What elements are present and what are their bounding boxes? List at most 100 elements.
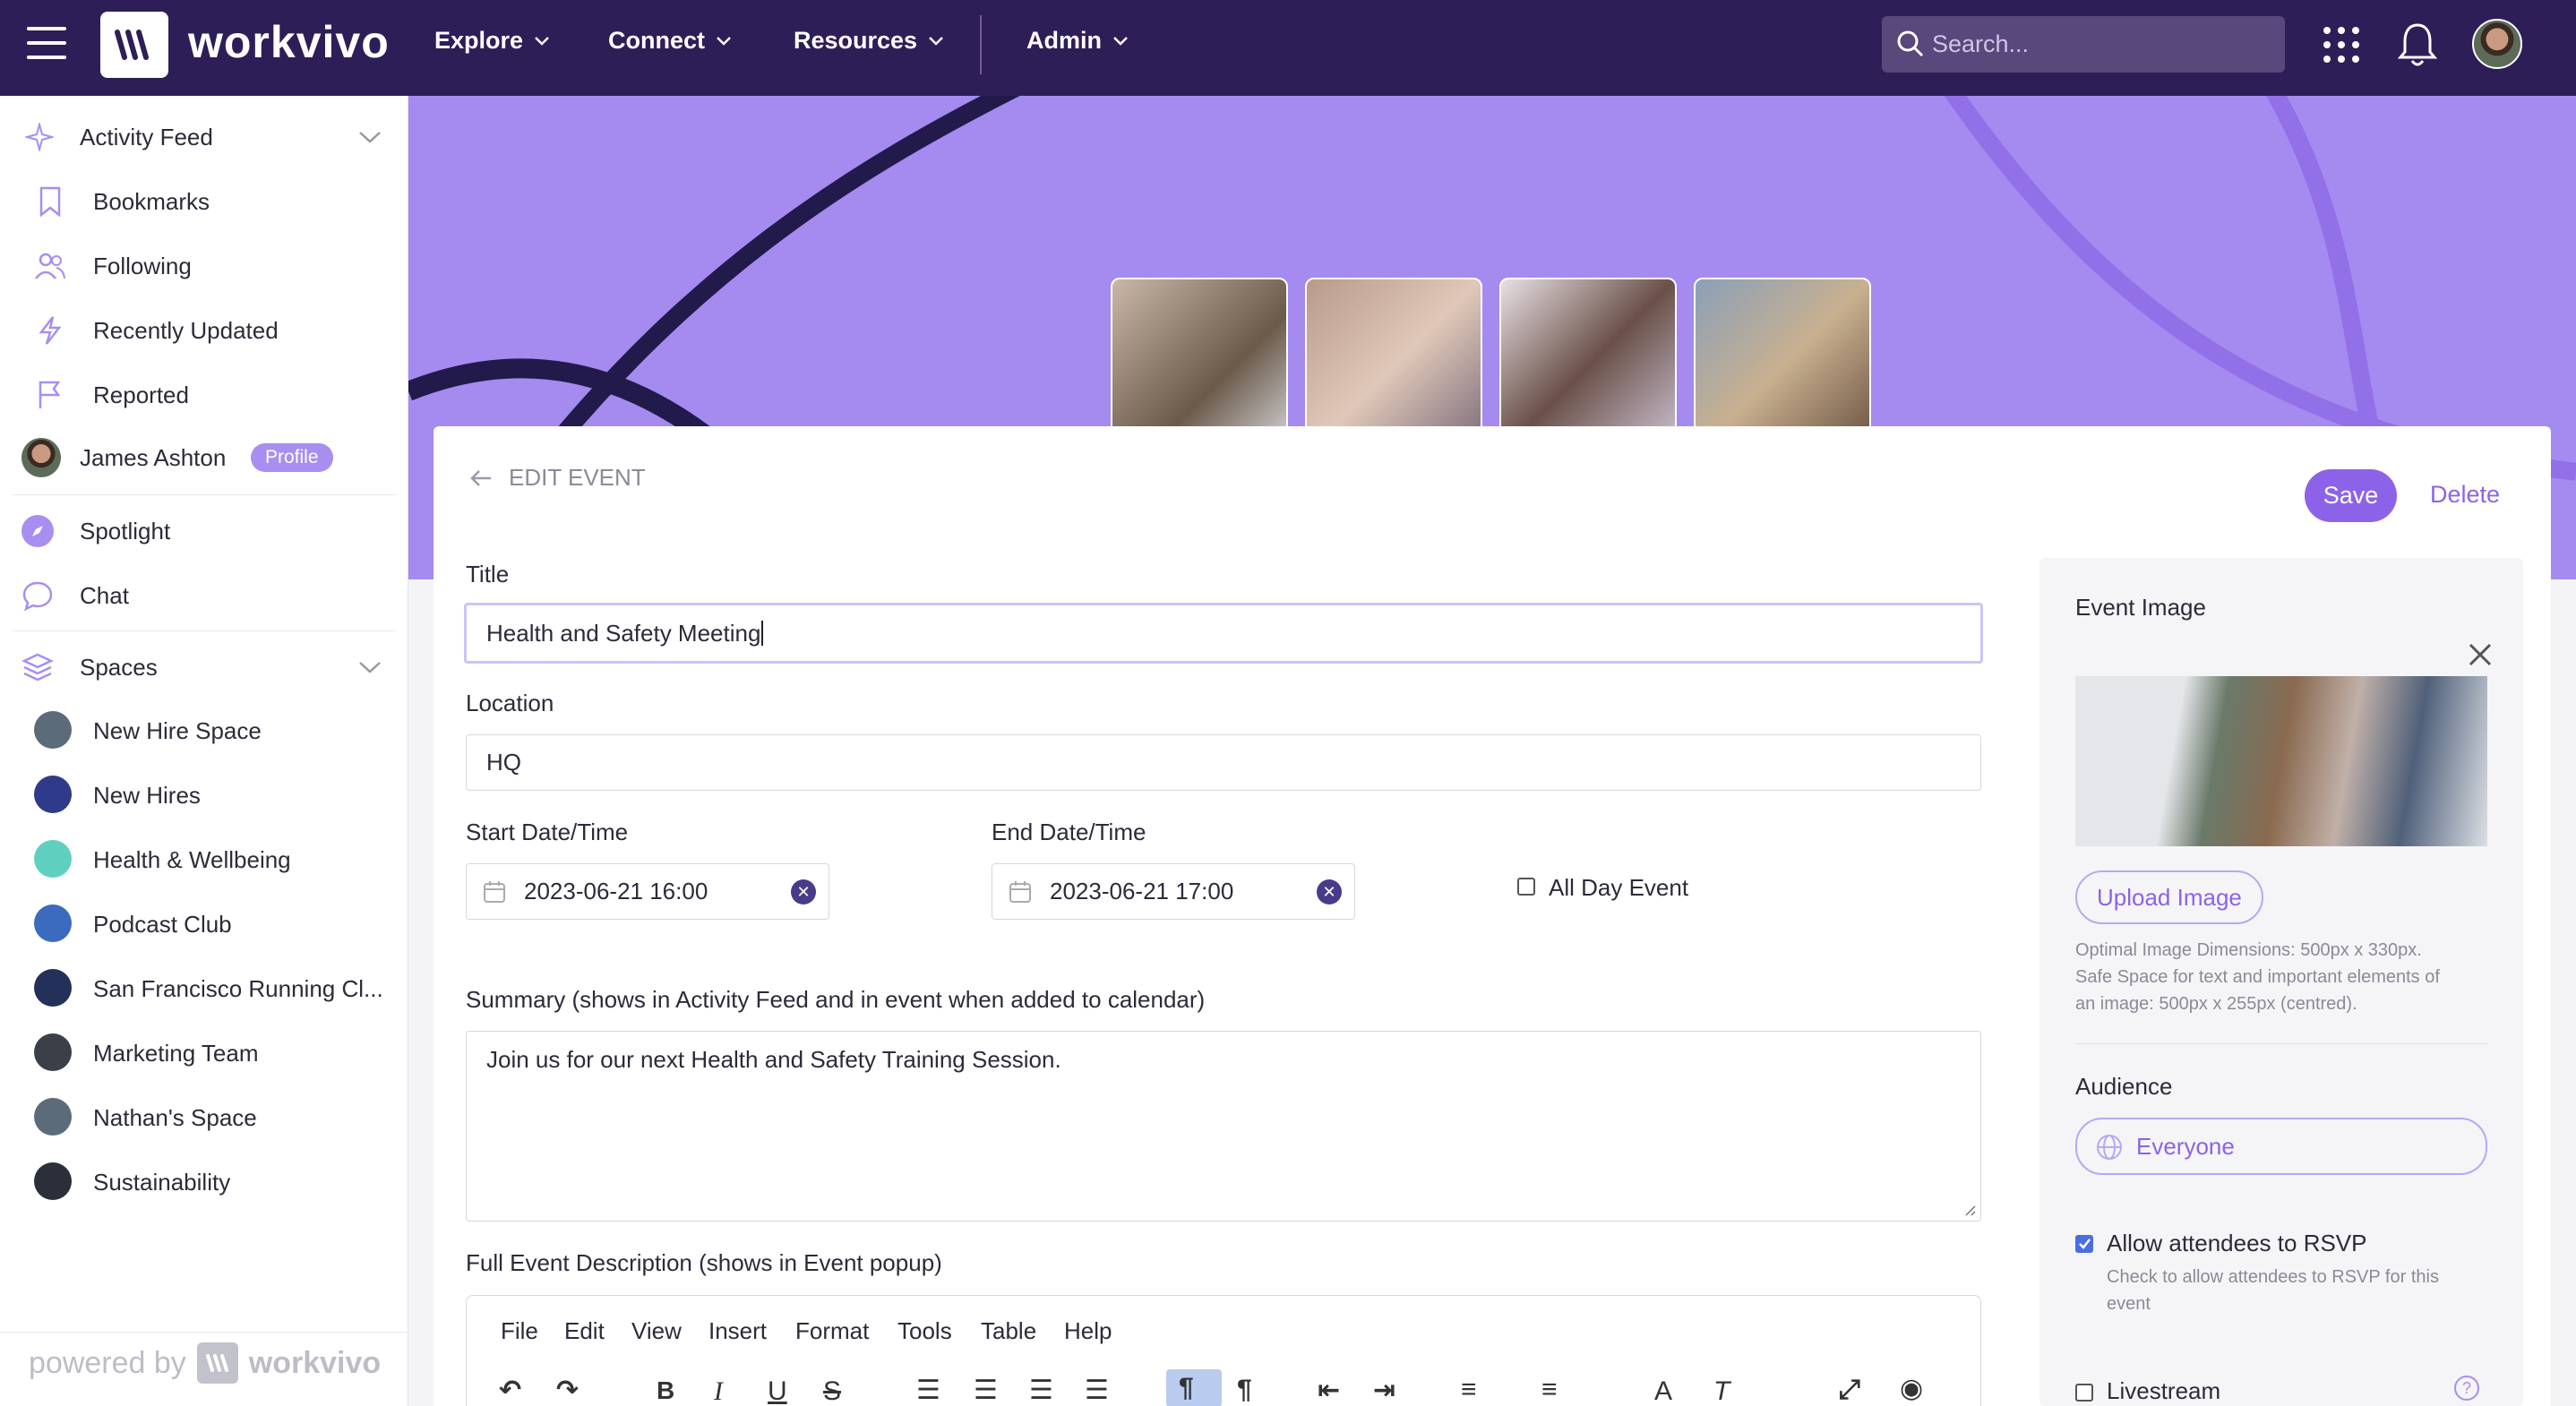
editor-menu-tools[interactable]: Tools xyxy=(897,1317,952,1345)
sidebar-item-spotlight[interactable]: Spotlight xyxy=(0,504,408,558)
audience-select[interactable]: Everyone xyxy=(2075,1118,2487,1175)
rsvp-hint-line: Check to allow attendees to RSVP for thi… xyxy=(2107,1267,2439,1287)
sidebar-space-item[interactable]: Podcast Club xyxy=(0,897,408,951)
ltr-button[interactable]: ¶ xyxy=(1166,1369,1222,1406)
back-link[interactable]: EDIT EVENT xyxy=(469,464,646,492)
nav-connect-label: Connect xyxy=(608,27,705,54)
align-justify-icon[interactable]: ☰ xyxy=(1085,1375,1109,1406)
workvivo-logo[interactable] xyxy=(100,12,168,78)
sidebar-item-reported[interactable]: Reported xyxy=(0,368,408,422)
location-input[interactable]: HQ xyxy=(466,734,1981,791)
sidebar-item-profile[interactable]: James Ashton Profile xyxy=(0,431,408,484)
nav-explore-label: Explore xyxy=(434,27,524,54)
fullscreen-icon[interactable]: ⤢ xyxy=(1839,1375,1860,1405)
title-label: Title xyxy=(466,561,510,587)
sidebar-space-item[interactable]: Health & Wellbeing xyxy=(0,833,408,887)
close-icon[interactable] xyxy=(2468,642,2493,667)
title-input[interactable]: Health and Safety Meeting xyxy=(464,603,1983,664)
text-color-icon[interactable]: A xyxy=(1654,1376,1672,1406)
editor-menu-format[interactable]: Format xyxy=(795,1317,869,1345)
sidebar-item-following[interactable]: Following xyxy=(0,239,408,293)
sidebar-item-chat[interactable]: Chat xyxy=(0,569,408,622)
underline-icon[interactable]: U xyxy=(768,1376,787,1406)
space-avatar xyxy=(34,969,72,1007)
chevron-down-icon[interactable] xyxy=(358,660,382,674)
preview-eye-icon[interactable]: ◉ xyxy=(1900,1373,1923,1404)
undo-icon[interactable]: ↶ xyxy=(499,1375,521,1406)
rich-text-editor[interactable]: File Edit View Insert Format Tools Table… xyxy=(466,1295,1981,1406)
lightning-icon xyxy=(34,314,66,347)
bullet-list-icon[interactable]: ≡ xyxy=(1541,1375,1558,1405)
upload-image-button[interactable]: Upload Image xyxy=(2075,870,2263,924)
search-input[interactable]: Search... xyxy=(1882,16,2285,73)
apps-grid-icon[interactable] xyxy=(2322,25,2361,69)
nav-connect[interactable]: Connect xyxy=(608,27,732,55)
help-icon[interactable]: ? xyxy=(2454,1376,2479,1401)
event-image-label: Event Image xyxy=(2075,594,2206,621)
strikethrough-icon[interactable]: S xyxy=(823,1376,841,1406)
nav-admin[interactable]: Admin xyxy=(1026,27,1129,55)
space-avatar xyxy=(34,904,72,942)
clear-icon[interactable]: ✕ xyxy=(791,879,816,904)
livestream-checkbox[interactable] xyxy=(2075,1384,2093,1402)
sidebar-space-item[interactable]: New Hires xyxy=(0,768,408,822)
rsvp-checkbox[interactable] xyxy=(2075,1235,2093,1253)
sidebar-space-item[interactable]: Sustainability xyxy=(0,1155,408,1209)
redo-icon[interactable]: ↷ xyxy=(556,1375,579,1406)
sidebar-space-item[interactable]: Nathan's Space xyxy=(0,1091,408,1145)
calendar-icon xyxy=(1009,881,1031,903)
sidebar-space-item[interactable]: Marketing Team xyxy=(0,1026,408,1080)
sidebar-item-recently-updated[interactable]: Recently Updated xyxy=(0,304,408,357)
sidebar-item-label: Recently Updated xyxy=(93,316,279,344)
sidebar-space-item[interactable]: San Francisco Running Cl... xyxy=(0,962,408,1016)
outdent-icon[interactable]: ⇤ xyxy=(1318,1375,1340,1406)
all-day-checkbox[interactable] xyxy=(1517,878,1535,896)
editor-menu-edit[interactable]: Edit xyxy=(564,1317,605,1345)
clear-icon[interactable]: ✕ xyxy=(1317,879,1342,904)
flag-icon xyxy=(34,379,66,411)
editor-menu-file[interactable]: File xyxy=(501,1317,538,1345)
menu-icon[interactable] xyxy=(27,27,66,63)
chevron-down-icon xyxy=(929,36,943,46)
sidebar-item-spaces[interactable]: Spaces xyxy=(0,640,408,694)
user-avatar[interactable] xyxy=(2472,19,2522,69)
sidebar-item-label: New Hire Space xyxy=(93,716,262,744)
italic-icon[interactable]: I xyxy=(714,1376,723,1406)
clear-format-icon[interactable]: T xyxy=(1713,1376,1730,1406)
chevron-down-icon[interactable] xyxy=(358,130,382,144)
delete-button[interactable]: Delete xyxy=(2430,481,2500,509)
sidebar-space-item[interactable]: New Hire Space xyxy=(0,704,408,758)
summary-value: Join us for our next Health and Safety T… xyxy=(486,1046,1061,1073)
bold-icon[interactable]: B xyxy=(657,1376,674,1405)
sidebar-item-label: New Hires xyxy=(93,781,201,809)
sidebar-footer-divider xyxy=(0,1332,408,1333)
editor-menu-help[interactable]: Help xyxy=(1064,1317,1112,1345)
sidebar-item-bookmarks[interactable]: Bookmarks xyxy=(0,175,408,228)
editor-menu-insert[interactable]: Insert xyxy=(708,1317,767,1345)
align-center-icon[interactable]: ☰ xyxy=(974,1375,998,1406)
align-left-icon[interactable]: ☰ xyxy=(916,1375,940,1406)
rtl-icon[interactable]: ¶ xyxy=(1237,1375,1252,1405)
save-button[interactable]: Save xyxy=(2305,469,2397,522)
sidebar-item-activity-feed[interactable]: Activity Feed xyxy=(0,110,408,164)
search-placeholder: Search... xyxy=(1932,30,2030,57)
indent-icon[interactable]: ⇥ xyxy=(1373,1375,1395,1406)
space-avatar xyxy=(34,1033,72,1071)
resize-handle-icon[interactable] xyxy=(1962,1203,1977,1217)
sidebar-divider xyxy=(13,630,396,631)
summary-textarea[interactable]: Join us for our next Health and Safety T… xyxy=(466,1031,1981,1222)
editor-menu-view[interactable]: View xyxy=(631,1317,682,1345)
notification-bell-icon[interactable] xyxy=(2397,21,2438,73)
align-right-icon[interactable]: ☰ xyxy=(1029,1375,1053,1406)
nav-resources[interactable]: Resources xyxy=(794,27,944,55)
end-datetime-input[interactable]: 2023-06-21 17:00 ✕ xyxy=(992,863,1355,920)
powered-by: powered by workvivo xyxy=(29,1342,381,1384)
start-datetime-input[interactable]: 2023-06-21 16:00 ✕ xyxy=(466,863,829,920)
editor-menu-table[interactable]: Table xyxy=(981,1317,1036,1345)
profile-badge[interactable]: Profile xyxy=(251,443,333,472)
chevron-down-icon xyxy=(1113,36,1128,46)
numbered-list-icon[interactable]: ≡ xyxy=(1461,1375,1477,1405)
nav-explore[interactable]: Explore xyxy=(434,27,550,55)
event-image-preview xyxy=(2075,676,2487,846)
users-icon xyxy=(34,250,66,282)
